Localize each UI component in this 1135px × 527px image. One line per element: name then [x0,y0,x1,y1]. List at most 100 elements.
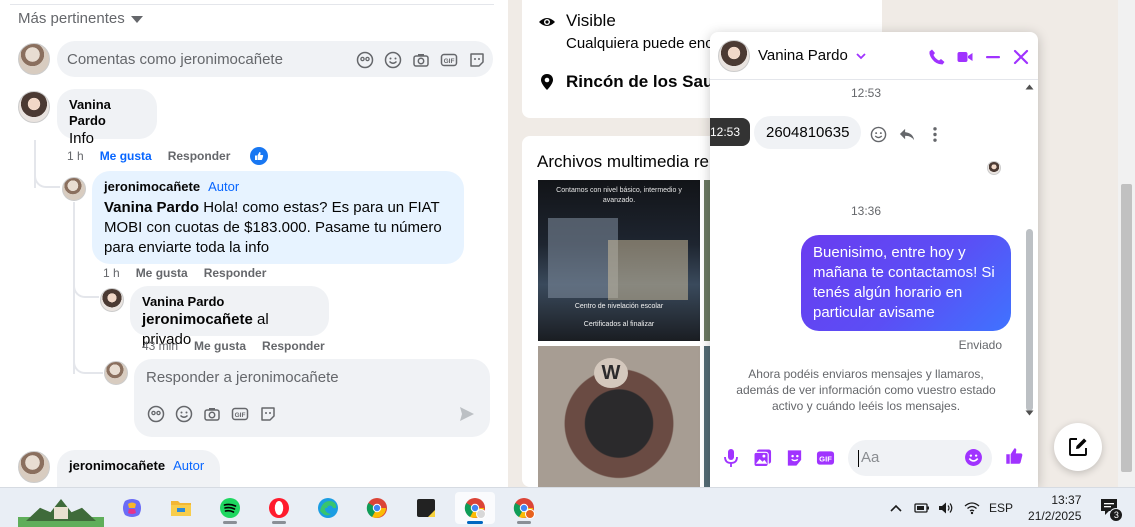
like-reaction-icon[interactable] [250,147,269,165]
reply-button[interactable]: Responder [262,339,325,353]
scroll-down-icon[interactable] [1025,410,1034,416]
comment-placeholder: Comentas como jeronimocañete [67,50,283,68]
gif-icon[interactable]: GIF [816,448,835,467]
chat-header[interactable]: Vanina Pardo [710,32,1038,80]
file-explorer-icon[interactable] [161,492,201,524]
outgoing-message[interactable]: Buenisimo, entre hoy y mañana te contact… [801,235,1011,331]
avatar-sticker-icon[interactable] [146,404,165,423]
running-indicator [223,521,237,524]
new-message-button[interactable] [1054,423,1102,471]
sticker-icon[interactable] [258,404,277,423]
reply-icon[interactable] [897,125,916,144]
scrollbar-thumb[interactable] [1026,229,1033,411]
page-scrollbar-thumb[interactable] [1121,184,1132,472]
chat-scrollbar[interactable] [1024,84,1034,416]
system-tray: ESP 13:37 21/2/2025 3 [889,488,1124,527]
phone-call-icon[interactable] [927,47,946,66]
media-caption: Centro de nivelación escolar [574,303,664,310]
mention-link[interactable]: jeronimocañete [142,311,253,328]
comment-time[interactable]: 43 min [142,339,178,353]
comment-author[interactable]: Vanina Pardo [142,294,317,310]
wilson-logo-icon: W [594,358,628,388]
close-icon[interactable] [1011,47,1030,66]
avatar-sticker-icon[interactable] [355,50,374,69]
thumbs-up-icon[interactable] [1005,446,1024,465]
photo-gallery-icon[interactable] [753,448,772,467]
reply-placeholder: Responder a jeronimocañete [146,369,339,386]
scroll-up-icon[interactable] [1025,84,1034,90]
active-indicator [467,521,483,524]
sticker-icon[interactable] [785,448,804,467]
media-thumbnail[interactable]: W [538,346,700,487]
avatar[interactable] [18,43,50,75]
incoming-message[interactable]: 2604810635 [754,116,862,149]
avatar[interactable] [104,361,128,385]
gif-icon[interactable]: GIF [230,404,249,423]
like-button[interactable]: Me gusta [136,266,188,280]
chrome-icon[interactable] [357,492,397,524]
windows-taskbar: ESP 13:37 21/2/2025 3 [0,487,1135,527]
comment-time[interactable]: 1 h [67,149,84,163]
camera-icon[interactable] [411,50,430,69]
sort-dropdown[interactable]: Más pertinentes [18,10,143,27]
avatar[interactable] [100,288,124,312]
avatar[interactable] [18,91,50,123]
caret-down-icon [130,16,143,23]
like-button[interactable]: Me gusta [194,339,246,353]
message-timestamp: 13:36 [850,204,882,218]
comment-time[interactable]: 1 h [103,266,120,280]
minimize-icon[interactable] [983,47,1002,66]
emoji-icon[interactable] [964,448,983,467]
camera-icon[interactable] [202,404,221,423]
comment-author[interactable]: jeronimocañete [69,458,165,473]
comment-bubble: jeronimocañete Autor [57,450,220,487]
incoming-message-text: 2604810635 [766,124,850,141]
react-emoji-icon[interactable] [869,125,888,144]
mention-link[interactable]: Vanina Pardo [104,199,199,216]
clock[interactable]: 13:37 21/2/2025 [1028,492,1081,524]
avatar[interactable] [18,451,50,483]
emoji-icon[interactable] [383,50,402,69]
clock-date: 21/2/2025 [1028,509,1082,523]
battery-icon[interactable] [914,502,930,514]
sticky-notes-icon[interactable] [406,492,446,524]
reply-input[interactable]: Responder a jeronimocañete [134,359,490,437]
contact-avatar[interactable] [718,40,750,72]
outgoing-message-text: Buenisimo, entre hoy y mañana te contact… [813,244,995,321]
notifications-button[interactable]: 3 [1098,495,1124,522]
microphone-icon[interactable] [721,448,740,467]
volume-icon[interactable] [938,501,954,515]
location-link[interactable]: Rincón de los Sauc [566,72,723,92]
emoji-icon[interactable] [174,404,193,423]
opera-icon[interactable] [259,492,299,524]
contact-name-button[interactable]: Vanina Pardo [758,47,866,64]
video-call-icon[interactable] [955,47,974,66]
chevron-up-icon[interactable] [889,503,903,513]
chrome-profile-icon[interactable] [455,492,495,524]
svg-text:GIF: GIF [234,412,245,419]
gif-icon[interactable]: GIF [439,50,458,69]
spotify-icon[interactable] [210,492,250,524]
chrome-profile-2-icon[interactable] [504,492,544,524]
comment-bubble: jeronimocañete Autor Vanina Pardo Hola! c… [92,171,464,264]
more-options-icon[interactable] [925,125,944,144]
comment-author[interactable]: jeronimocañete [104,179,200,194]
running-indicator [272,521,286,524]
thread-line [73,358,103,374]
send-icon[interactable] [457,404,476,423]
wifi-icon[interactable] [964,501,980,515]
language-indicator[interactable]: ESP [989,501,1013,515]
widgets-weather-icon[interactable] [18,491,104,527]
comment-author[interactable]: Vanina Pardo [69,97,145,129]
avatar[interactable] [62,177,86,201]
page-scrollbar[interactable] [1118,0,1135,487]
sticker-icon[interactable] [467,50,486,69]
media-thumbnail[interactable]: Contamos con nivel básico, intermedio y … [538,180,700,341]
reply-button[interactable]: Responder [204,266,267,280]
edge-icon[interactable] [308,492,348,524]
svg-text:GIF: GIF [443,58,454,65]
reply-button[interactable]: Responder [168,149,231,163]
copilot-icon[interactable] [112,492,152,524]
chat-composer: GIF Aa [710,430,1038,487]
like-button[interactable]: Me gusta [100,149,152,163]
